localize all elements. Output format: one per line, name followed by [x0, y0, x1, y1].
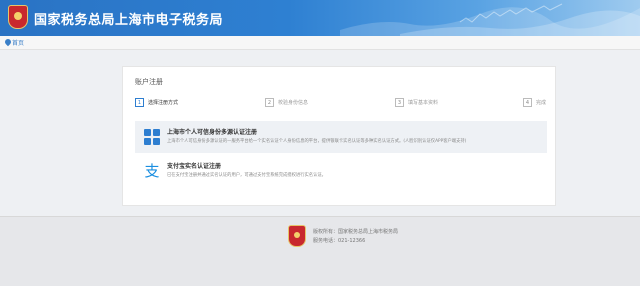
- grid-icon: [144, 129, 160, 145]
- tax-emblem-icon[interactable]: [8, 5, 28, 29]
- site-title[interactable]: 国家税务总局上海市电子税务局: [34, 9, 223, 28]
- tax-emblem-icon: [288, 225, 306, 247]
- option-multi-source-auth[interactable]: 上海市个人可信身份多源认证注册 上海市个人可信身份多源认证的一服务平台给一个实名…: [135, 121, 547, 153]
- alipay-icon: 支: [144, 162, 160, 180]
- breadcrumb-home-link[interactable]: 首页: [12, 38, 24, 47]
- step-label: 填写基本资料: [408, 100, 439, 106]
- site-header: 国家税务总局上海市电子税务局: [0, 0, 640, 36]
- option-description: 已在支付宝注册并通过实名认证的用户，可通过支付宝系统完成授权进行实名认证。: [167, 173, 326, 178]
- option-description: 上海市个人可信身份多源认证的一服务平台给一个实名认证个人身份信息的平台，提供银联…: [167, 139, 467, 144]
- step-number: 4: [523, 98, 532, 107]
- great-wall-banner: [340, 3, 640, 36]
- option-alipay-auth[interactable]: 支 支付宝实名认证注册 已在支付宝注册并通过实名认证的用户，可通过支付宝系统完成…: [135, 155, 547, 187]
- option-title: 上海市个人可信身份多源认证注册: [167, 129, 258, 136]
- step-label: 选择注册方式: [148, 100, 179, 106]
- breadcrumb: 首页: [0, 36, 640, 50]
- card-title: 账户注册: [135, 78, 163, 86]
- footer-copyright: 版权所有：国家税务总局上海市税务局: [313, 229, 399, 235]
- step-label: 校验身份信息: [278, 100, 309, 106]
- step-progress: 1 选择注册方式 2 校验身份信息 3 填写基本资料 4 完成: [135, 97, 547, 109]
- step-number: 3: [395, 98, 404, 107]
- option-title: 支付宝实名认证注册: [167, 163, 222, 170]
- step-number: 2: [265, 98, 274, 107]
- footer-hotline: 服务电话：021-12366: [313, 238, 366, 244]
- location-pin-icon: [3, 37, 13, 47]
- registration-card: 账户注册 1 选择注册方式 2 校验身份信息 3 填写基本资料 4 完成 上海市…: [122, 66, 556, 206]
- step-number: 1: [135, 98, 144, 107]
- step-label: 完成: [536, 100, 547, 106]
- site-footer: 版权所有：国家税务总局上海市税务局 服务电话：021-12366: [0, 216, 640, 286]
